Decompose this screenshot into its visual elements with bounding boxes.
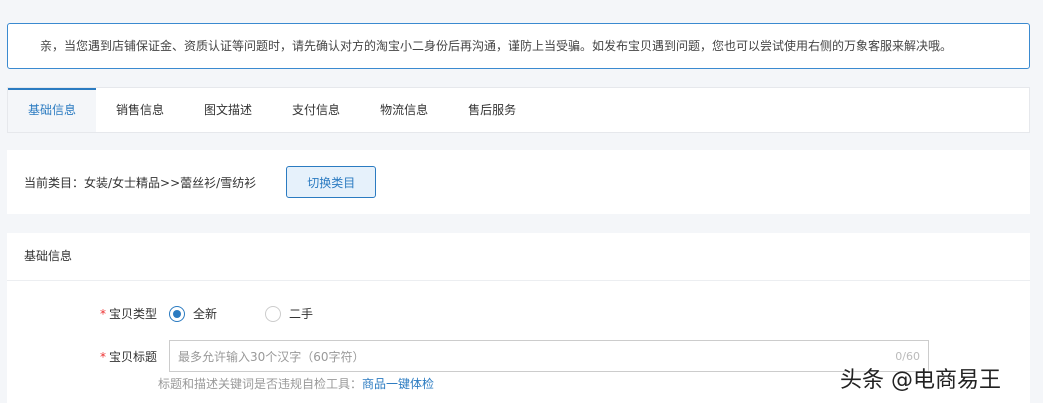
- tab-description[interactable]: 图文描述: [184, 88, 272, 132]
- switch-category-button[interactable]: 切换类目: [286, 166, 377, 198]
- section-title: 基础信息: [7, 233, 1030, 281]
- tab-logistics-info[interactable]: 物流信息: [360, 88, 448, 132]
- tab-bar: 基础信息 销售信息 图文描述 支付信息 物流信息 售后服务: [7, 87, 1030, 133]
- char-count: 0/60: [895, 349, 920, 363]
- current-category: 当前类目：女装/女士精品>>蕾丝衫/雪纺衫: [24, 175, 257, 190]
- radio-new[interactable]: 全新: [169, 305, 217, 322]
- watermark: 头条 @电商易王: [840, 368, 1001, 393]
- product-check-link[interactable]: 商品一键体检: [362, 377, 434, 391]
- item-title-label: * 宝贝标题: [99, 349, 157, 364]
- check-hint: 标题和描述关键词是否违规自检工具：商品一键体检: [158, 377, 435, 391]
- radio-checked-icon[interactable]: [169, 305, 185, 322]
- notice-banner: 亲，当您遇到店铺保证金、资质认证等问题时，请先确认对方的淘宝小二身份后再沟通，谨…: [7, 23, 1030, 69]
- tab-sales-info[interactable]: 销售信息: [96, 88, 184, 132]
- tab-basic-info[interactable]: 基础信息: [8, 88, 97, 132]
- item-type-label: * 宝贝类型: [99, 307, 157, 321]
- tab-after-sales[interactable]: 售后服务: [448, 88, 536, 132]
- radio-used[interactable]: 二手: [265, 305, 313, 322]
- radio-unchecked-icon[interactable]: [265, 305, 282, 322]
- tab-payment-info[interactable]: 支付信息: [272, 88, 360, 132]
- item-title-input[interactable]: 最多允许输入30个汉字（60字符） 0/60: [169, 340, 929, 372]
- category-panel: 当前类目：女装/女士精品>>蕾丝衫/雪纺衫 切换类目: [7, 150, 1030, 214]
